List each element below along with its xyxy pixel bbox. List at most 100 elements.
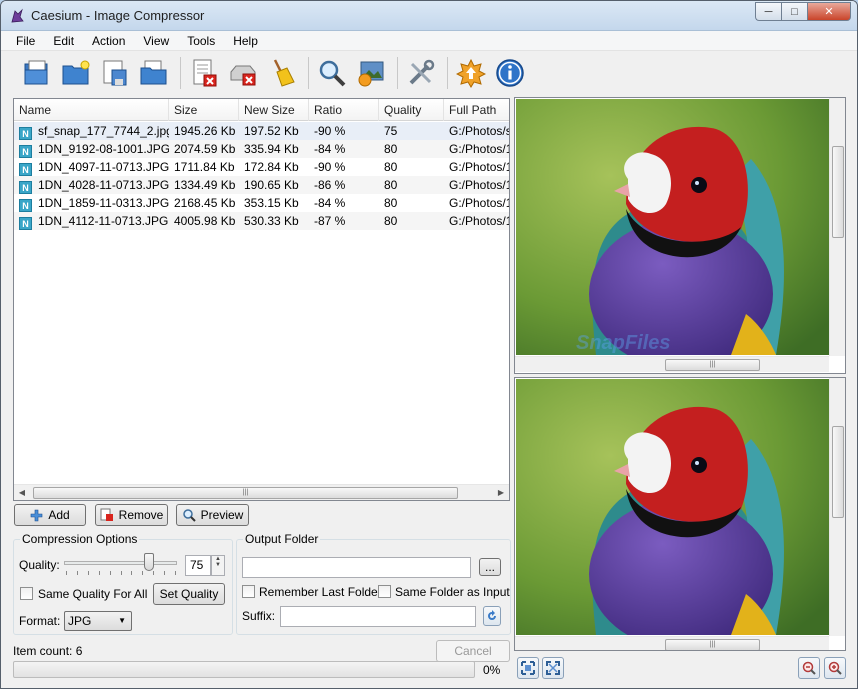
menu-edit[interactable]: Edit (44, 34, 83, 48)
menu-action[interactable]: Action (83, 34, 134, 48)
compressed-preview-horizontal-scrollbar[interactable]: ||| (515, 636, 829, 650)
file-path: G:/Photos/1 (449, 142, 510, 156)
column-header-size[interactable]: Size (169, 99, 239, 121)
jpeg-file-icon: N (19, 163, 32, 176)
item-count: Item count: 6 (13, 644, 83, 658)
update-star-icon (456, 58, 486, 88)
same-folder-checkbox[interactable] (378, 585, 391, 598)
zoom-in-button[interactable] (824, 657, 846, 679)
quality-slider-track[interactable] (64, 561, 177, 565)
add-button-label: Add (48, 508, 70, 522)
scrollbar-thumb[interactable] (832, 146, 844, 238)
zoom-preview-button[interactable] (314, 55, 350, 91)
clear-list-icon (230, 65, 256, 86)
scrollbar-thumb[interactable]: ||| (33, 487, 458, 499)
slider-tick (175, 571, 176, 575)
file-size: 1334.49 Kb (174, 178, 236, 192)
menu-file[interactable]: File (7, 34, 44, 48)
table-row[interactable]: Nsf_snap_177_7744_2.jpg 1945.26 Kb 197.5… (14, 122, 509, 140)
column-header-new-size[interactable]: New Size (239, 99, 309, 121)
compress-button[interactable] (353, 55, 389, 91)
slider-tick (164, 571, 166, 575)
menu-help[interactable]: Help (224, 34, 267, 48)
scrollbar-thumb[interactable]: ||| (665, 639, 760, 650)
column-header-quality[interactable]: Quality (379, 99, 444, 121)
slider-tick (87, 571, 89, 575)
file-ratio: -84 % (314, 196, 346, 210)
slider-tick (109, 571, 111, 575)
about-button[interactable] (492, 55, 528, 91)
format-select[interactable]: JPG ▼ (64, 611, 132, 631)
table-row[interactable]: N 1DN_4028-11-0713.JPG 1334.49 Kb 190.65 … (14, 176, 509, 194)
remember-last-folder-label: Remember Last Folder (259, 585, 382, 599)
remember-last-folder-checkbox[interactable] (242, 585, 255, 598)
open-list-button[interactable] (136, 55, 172, 91)
maximize-button[interactable]: □ (781, 2, 807, 21)
remove-button[interactable]: Remove (95, 504, 168, 526)
save-list-button[interactable] (97, 55, 133, 91)
table-row[interactable]: N 1DN_9192-08-1001.JPG 2074.59 Kb 335.94 … (14, 140, 510, 158)
compressed-preview-vertical-scrollbar[interactable] (829, 378, 845, 636)
file-path: G:/Photos/1 (449, 196, 510, 210)
output-folder-field[interactable] (242, 557, 471, 578)
settings-button[interactable] (403, 55, 439, 91)
zoom-out-button[interactable] (798, 657, 820, 679)
menu-tools[interactable]: Tools (178, 34, 224, 48)
window-controls: ─ □ ✕ (755, 2, 851, 21)
cancel-button[interactable]: Cancel (436, 640, 510, 662)
file-table[interactable]: Name Size New Size Ratio Quality Full Pa… (13, 98, 510, 501)
snapfiles-watermark: SnapFiles (576, 332, 670, 354)
scroll-right-arrow-icon[interactable]: ▶ (493, 485, 509, 500)
reset-suffix-button[interactable] (483, 606, 501, 626)
toolbar-separator (308, 57, 309, 89)
set-quality-button[interactable]: Set Quality (153, 583, 225, 605)
app-window: Caesium - Image Compressor ─ □ ✕ File Ed… (0, 0, 858, 689)
file-size: 1945.26 Kb (174, 124, 236, 138)
file-new-size: 190.65 Kb (244, 178, 299, 192)
file-ratio: -86 % (314, 178, 346, 192)
minimize-button[interactable]: ─ (755, 2, 781, 21)
file-name: 1DN_4112-11-0713.JPG (38, 214, 169, 228)
output-folder-title: Output Folder (243, 532, 321, 546)
fit-to-window-button[interactable] (517, 657, 539, 679)
open-files-button[interactable] (19, 55, 55, 91)
table-row[interactable]: N 1DN_1859-11-0313.JPG 2168.45 Kb 353.15 … (14, 194, 510, 212)
scrollbar-thumb[interactable]: ||| (665, 359, 760, 371)
file-quality: 80 (384, 160, 398, 174)
table-horizontal-scrollbar[interactable]: ◀ ||| ▶ (14, 484, 509, 500)
save-list-icon (103, 60, 127, 86)
quality-spinner[interactable]: ▲ ▼ (211, 555, 225, 576)
open-folder-button[interactable] (58, 55, 94, 91)
title-bar[interactable]: Caesium - Image Compressor ─ □ ✕ (1, 1, 857, 31)
file-name: sf_snap_177_7744_2.jpg (38, 124, 169, 138)
close-button[interactable]: ✕ (807, 2, 851, 21)
original-preview-horizontal-scrollbar[interactable]: ||| (515, 356, 829, 372)
compressed-image-preview[interactable]: ||| (514, 377, 846, 651)
browse-label: ... (484, 560, 495, 574)
original-image-preview[interactable]: SnapFiles ||| (514, 97, 846, 374)
suffix-field[interactable] (280, 606, 476, 627)
clear-list-button[interactable] (225, 55, 261, 91)
same-quality-checkbox[interactable] (20, 587, 33, 600)
scrollbar-thumb[interactable] (832, 426, 844, 518)
preview-button[interactable]: Preview (176, 504, 249, 526)
original-preview-vertical-scrollbar[interactable] (829, 98, 845, 356)
column-header-full-path[interactable]: Full Path (444, 99, 509, 121)
info-icon (496, 59, 524, 87)
update-button[interactable] (453, 55, 489, 91)
remove-item-button[interactable] (186, 55, 222, 91)
quality-value-field[interactable]: 75 (185, 555, 211, 576)
add-button[interactable]: Add (14, 504, 86, 526)
clean-button[interactable] (264, 55, 300, 91)
table-row[interactable]: N 1DN_4112-11-0713.JPG 4005.98 Kb 530.33 … (14, 212, 509, 230)
column-header-name[interactable]: Name (14, 99, 169, 121)
slider-tick (120, 571, 122, 575)
table-row[interactable]: N 1DN_4097-11-0713.JPG 1711.84 Kb 172.84 … (14, 158, 509, 176)
full-size-button[interactable] (542, 657, 564, 679)
column-header-ratio[interactable]: Ratio (309, 99, 379, 121)
menu-view[interactable]: View (134, 34, 178, 48)
quality-slider-thumb[interactable] (143, 553, 154, 571)
scroll-left-arrow-icon[interactable]: ◀ (14, 485, 30, 500)
table-body: Nsf_snap_177_7744_2.jpg 1945.26 Kb 197.5… (14, 122, 510, 230)
browse-folder-button[interactable]: ... (479, 558, 501, 576)
